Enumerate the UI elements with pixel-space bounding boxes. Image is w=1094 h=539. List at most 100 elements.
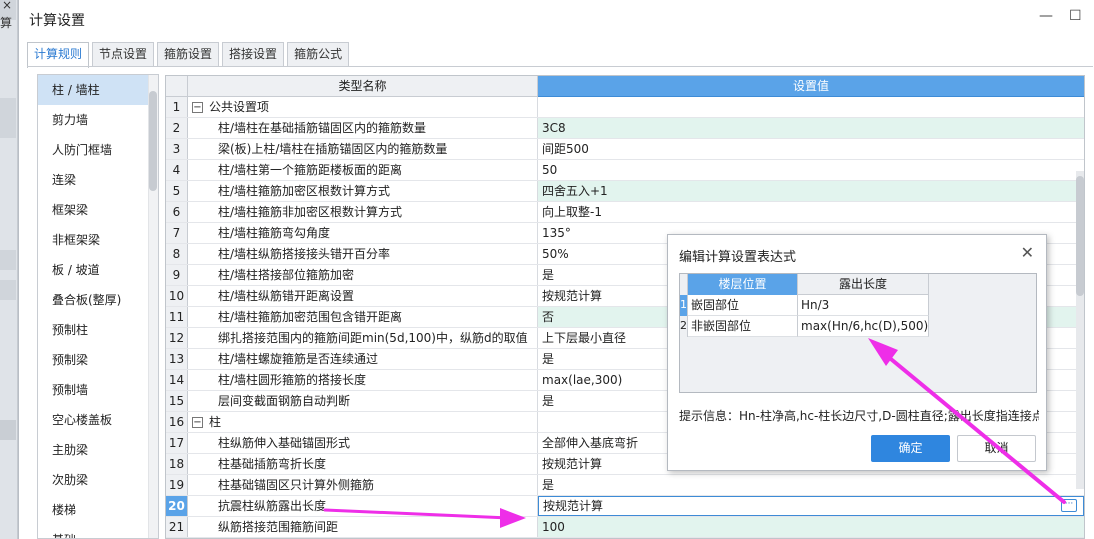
category-item[interactable]: 叠合板(整厚) bbox=[38, 285, 158, 315]
category-item[interactable]: 框架梁 bbox=[38, 195, 158, 225]
category-item[interactable]: 非框架梁 bbox=[38, 225, 158, 255]
category-item[interactable]: 空心楼盖板 bbox=[38, 405, 158, 435]
col-header-exposed-length[interactable]: 露出长度 bbox=[798, 274, 929, 295]
setting-name-cell[interactable]: 柱基础插筋弯折长度 bbox=[188, 454, 538, 474]
setting-value-label: 否 bbox=[542, 310, 555, 324]
exposed-length-cell[interactable]: max(Hn/6,hc(D),500) bbox=[798, 316, 929, 337]
setting-name-label: 层间变截面钢筋自动判断 bbox=[218, 394, 351, 408]
category-scroll-thumb[interactable] bbox=[149, 91, 157, 191]
category-item[interactable]: 次肋梁 bbox=[38, 465, 158, 495]
category-item[interactable]: 预制墙 bbox=[38, 375, 158, 405]
background-panel-b bbox=[0, 280, 16, 300]
tab-node-settings[interactable]: 节点设置 bbox=[92, 42, 155, 67]
col-header-floor-position[interactable]: 楼层位置 bbox=[688, 274, 798, 295]
row-number: 20 bbox=[166, 496, 188, 516]
setting-value-cell[interactable]: 向上取整-1 bbox=[538, 202, 1084, 222]
table-row[interactable]: 2 柱/墙柱在基础插筋锚固区内的箍筋数量 3C8 bbox=[166, 118, 1084, 139]
setting-name-label: 梁(板)上柱/墙柱在插筋锚固区内的箍筋数量 bbox=[218, 142, 448, 156]
setting-value-label: 135° bbox=[542, 226, 571, 240]
setting-name-cell[interactable]: 柱/墙柱箍筋加密范围包含错开距离 bbox=[188, 307, 538, 327]
table-row[interactable]: 4 柱/墙柱第一个箍筋距楼板面的距离 50 bbox=[166, 160, 1084, 181]
table-row[interactable]: 21 纵筋搭接范围箍筋间距 100 bbox=[166, 517, 1084, 538]
background-close-icon[interactable]: × bbox=[2, 0, 12, 12]
floor-position-cell[interactable]: 非嵌固部位 bbox=[688, 316, 798, 337]
setting-name-cell[interactable]: 柱纵筋伸入基础锚固形式 bbox=[188, 433, 538, 453]
edit-expression-dialog: 编辑计算设置表达式 ✕ 楼层位置 露出长度 1 嵌固部位 Hn/3 2 非嵌固部… bbox=[667, 234, 1047, 471]
setting-value-cell[interactable]: 按规范计算 ··· bbox=[538, 496, 1084, 516]
setting-name-cell[interactable]: 纵筋搭接范围箍筋间距 bbox=[188, 517, 538, 537]
table-row[interactable]: 6 柱/墙柱箍筋非加密区根数计算方式 向上取整-1 bbox=[166, 202, 1084, 223]
setting-value-cell[interactable]: 100 bbox=[538, 517, 1084, 537]
row-number: 12 bbox=[166, 328, 188, 348]
setting-name-cell[interactable]: 柱基础锚固区只计算外侧箍筋 bbox=[188, 475, 538, 495]
setting-name-cell[interactable]: 柱/墙柱箍筋加密区根数计算方式 bbox=[188, 181, 538, 201]
setting-name-cell[interactable]: 柱/墙柱螺旋箍筋是否连续通过 bbox=[188, 349, 538, 369]
collapse-icon[interactable]: − bbox=[192, 417, 203, 428]
row-number: 15 bbox=[166, 391, 188, 411]
tab-stirrup-formula[interactable]: 箍筋公式 bbox=[287, 42, 350, 67]
ok-button[interactable]: 确定 bbox=[871, 435, 950, 462]
grid-scroll-thumb[interactable] bbox=[1076, 176, 1084, 296]
setting-name-cell[interactable]: 绑扎搭接范围内的箍筋间距min(5d,100)中，纵筋d的取值 bbox=[188, 328, 538, 348]
group-name-cell[interactable]: − 柱 bbox=[188, 412, 538, 432]
setting-value-cell[interactable]: 间距500 bbox=[538, 139, 1084, 159]
table-row[interactable]: 1 嵌固部位 Hn/3 bbox=[680, 295, 1036, 316]
exposed-length-cell[interactable]: Hn/3 bbox=[798, 295, 929, 316]
setting-value-label: 是 bbox=[542, 352, 555, 366]
maximize-icon[interactable]: ☐ bbox=[1069, 8, 1082, 24]
setting-name-cell[interactable]: 柱/墙柱纵筋错开距离设置 bbox=[188, 286, 538, 306]
category-item[interactable]: 预制柱 bbox=[38, 315, 158, 345]
category-item[interactable]: 主肋梁 bbox=[38, 435, 158, 465]
table-row[interactable]: 3 梁(板)上柱/墙柱在插筋锚固区内的箍筋数量 间距500 bbox=[166, 139, 1084, 160]
table-row[interactable]: 5 柱/墙柱箍筋加密区根数计算方式 四舍五入+1 bbox=[166, 181, 1084, 202]
setting-name-label: 柱基础锚固区只计算外侧箍筋 bbox=[218, 478, 375, 492]
row-number: 3 bbox=[166, 139, 188, 159]
category-item[interactable]: 基础 bbox=[38, 525, 158, 538]
setting-name-cell[interactable]: 柱/墙柱箍筋非加密区根数计算方式 bbox=[188, 202, 538, 222]
category-item[interactable]: 板 / 坡道 bbox=[38, 255, 158, 285]
tab-stirrup-settings[interactable]: 箍筋设置 bbox=[157, 42, 220, 67]
setting-name-cell[interactable]: 柱/墙柱搭接部位箍筋加密 bbox=[188, 265, 538, 285]
category-item[interactable]: 柱 / 墙柱 bbox=[38, 75, 158, 105]
hint-text: 提示信息：Hn-柱净高,hc-柱长边尺寸,D-圆柱直径;露出长度指连接点 bbox=[679, 409, 1039, 423]
table-row[interactable]: 20 抗震柱纵筋露出长度 按规范计算 ··· bbox=[166, 496, 1084, 517]
category-item[interactable]: 预制梁 bbox=[38, 345, 158, 375]
setting-name-label: 柱/墙柱在基础插筋锚固区内的箍筋数量 bbox=[218, 121, 427, 135]
ellipsis-button[interactable]: ··· bbox=[1061, 499, 1077, 512]
setting-name-cell[interactable]: 梁(板)上柱/墙柱在插筋锚固区内的箍筋数量 bbox=[188, 139, 538, 159]
setting-value-cell[interactable]: 3C8 bbox=[538, 118, 1084, 138]
setting-value-cell[interactable]: 是 bbox=[538, 475, 1084, 495]
setting-name-label: 柱/墙柱螺旋箍筋是否连续通过 bbox=[218, 352, 379, 366]
setting-name-cell[interactable]: 柱/墙柱在基础插筋锚固区内的箍筋数量 bbox=[188, 118, 538, 138]
col-header-name[interactable]: 类型名称 bbox=[188, 76, 538, 97]
table-row[interactable]: 19 柱基础锚固区只计算外侧箍筋 是 bbox=[166, 475, 1084, 496]
setting-value-label: 50 bbox=[542, 163, 558, 177]
setting-name-cell[interactable]: 柱/墙柱圆形箍筋的搭接长度 bbox=[188, 370, 538, 390]
col-header-value[interactable]: 设置值 bbox=[538, 76, 1084, 97]
setting-name-cell[interactable]: 抗震柱纵筋露出长度 bbox=[188, 496, 538, 516]
floor-position-cell[interactable]: 嵌固部位 bbox=[688, 295, 798, 316]
setting-name-cell[interactable]: 柱/墙柱第一个箍筋距楼板面的距离 bbox=[188, 160, 538, 180]
category-item[interactable]: 剪力墙 bbox=[38, 105, 158, 135]
cancel-button[interactable]: 取消 bbox=[957, 435, 1036, 462]
collapse-icon[interactable]: − bbox=[192, 102, 203, 113]
table-row[interactable]: 2 非嵌固部位 max(Hn/6,hc(D),500) bbox=[680, 316, 1036, 337]
setting-value-cell[interactable]: 50 bbox=[538, 160, 1084, 180]
category-item[interactable]: 楼梯 bbox=[38, 495, 158, 525]
group-name-cell[interactable]: − 公共设置项 bbox=[188, 97, 538, 117]
category-item[interactable]: 人防门框墙 bbox=[38, 135, 158, 165]
row-number: 5 bbox=[166, 181, 188, 201]
tab-lap-settings[interactable]: 搭接设置 bbox=[222, 42, 285, 67]
category-item[interactable]: 连梁 bbox=[38, 165, 158, 195]
minimize-icon[interactable]: — bbox=[1039, 8, 1053, 24]
tab-calc-rules[interactable]: 计算规则 bbox=[27, 42, 90, 68]
setting-value-cell[interactable]: 四舍五入+1 bbox=[538, 181, 1084, 201]
setting-value-label: 50% bbox=[542, 247, 569, 261]
setting-value-cell[interactable] bbox=[538, 97, 1084, 117]
setting-name-label: 柱/墙柱搭接部位箍筋加密 bbox=[218, 268, 355, 282]
setting-name-cell[interactable]: 柱/墙柱箍筋弯勾角度 bbox=[188, 223, 538, 243]
table-row[interactable]: 1− 公共设置项 bbox=[166, 97, 1084, 118]
close-icon[interactable]: ✕ bbox=[1021, 243, 1034, 262]
setting-name-cell[interactable]: 柱/墙柱纵筋搭接接头错开百分率 bbox=[188, 244, 538, 264]
setting-name-cell[interactable]: 层间变截面钢筋自动判断 bbox=[188, 391, 538, 411]
